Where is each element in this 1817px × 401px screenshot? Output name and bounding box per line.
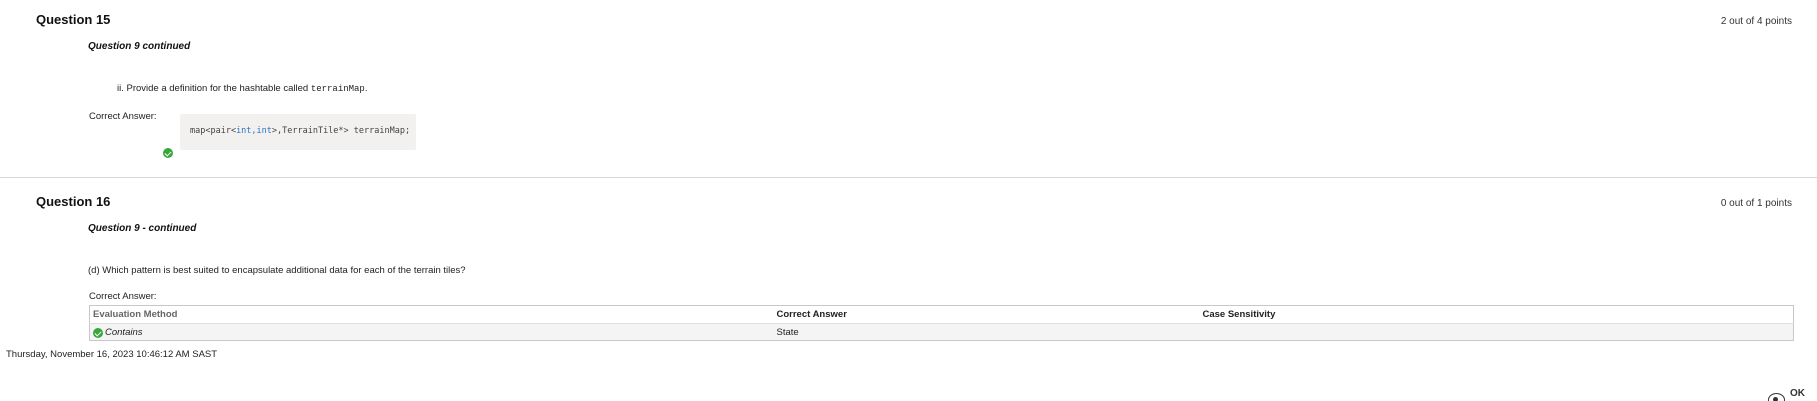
question-prompt: (d) Which pattern is best suited to enca… [88,265,466,276]
question-subtitle: Question 9 - continued [88,223,197,234]
question-16: Question 16 0 out of 1 points Question 9… [0,183,1817,343]
question-subtitle: Question 9 continued [88,41,191,52]
correct-answer-label: Correct Answer: [89,291,157,302]
question-15: Question 15 2 out of 4 points Question 9… [0,0,1817,178]
prompt-end: . [364,83,368,94]
prompt-code: terrainMap [310,84,365,94]
table-row: Contains State [89,323,1794,341]
question-prompt: ii. Provide a definition for the hashtab… [117,83,367,94]
eye-icon [1768,393,1785,401]
question-points: 2 out of 4 points [1720,16,1792,27]
submission-timestamp: Thursday, November 16, 2023 10:46:12 AM … [6,349,218,360]
cell-case-sensitivity [1199,323,1794,341]
cell-evaluation-method: Contains [89,323,774,341]
column-header-correct-answer: Correct Answer [776,309,847,320]
column-header-case-sensitivity: Case Sensitivity [1202,309,1276,320]
code-segment: map<pair< [190,126,237,136]
column-header-evaluation-method: Evaluation Method [93,309,178,320]
check-circle-icon [93,328,103,338]
prompt-text: ii. Provide a definition for the hashtab… [117,83,311,94]
ok-button[interactable]: OK [1766,385,1816,401]
code-keyword: int,int [236,126,272,136]
question-title: Question 16 [36,194,111,209]
correct-answer-label: Correct Answer: [89,111,157,122]
question-points: 0 out of 1 points [1720,198,1792,209]
question-title: Question 15 [36,12,111,27]
cell-correct-answer: State [773,323,1200,341]
evaluation-method-value: Contains [105,326,143,338]
correct-answer-code: map<pair<int,int>,TerrainTile*> terrainM… [180,114,416,150]
answer-table: Evaluation Method Correct Answer Case Se… [89,305,1794,341]
code-segment: >,TerrainTile*> terrainMap; [271,126,411,136]
check-circle-icon [163,148,173,158]
ok-label: OK [1790,388,1805,399]
table-header-row: Evaluation Method Correct Answer Case Se… [90,306,1794,324]
